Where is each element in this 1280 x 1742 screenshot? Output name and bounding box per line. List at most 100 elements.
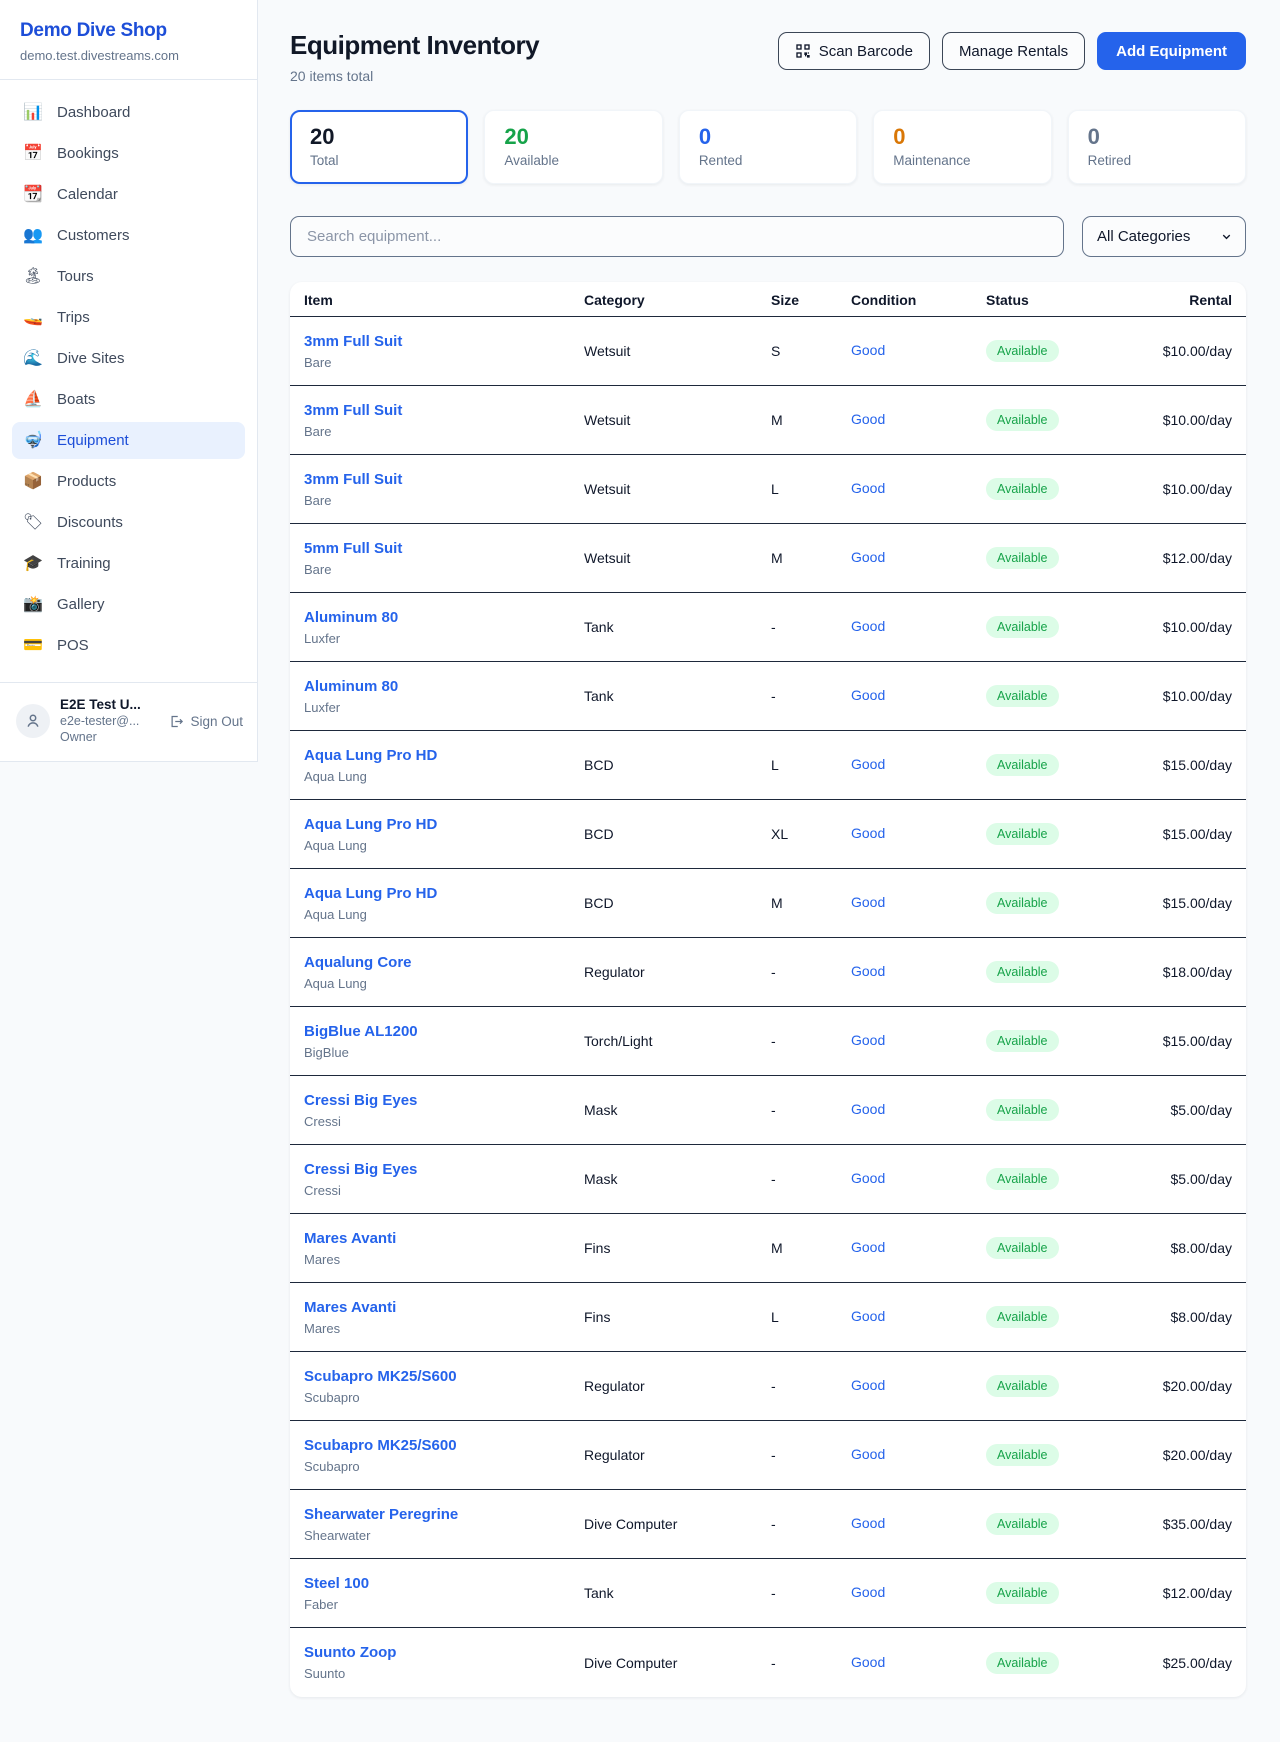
rental-price: $10.00/day xyxy=(1146,688,1232,704)
condition-link[interactable]: Good xyxy=(851,1584,885,1600)
item-name-link[interactable]: 3mm Full Suit xyxy=(304,470,584,490)
item-name-link[interactable]: Aluminum 80 xyxy=(304,608,584,628)
sign-out-button[interactable]: Sign Out xyxy=(169,714,243,729)
condition-link[interactable]: Good xyxy=(851,1032,885,1048)
sidebar-nav-item[interactable]: 🎓 Training xyxy=(12,545,245,582)
item-name-link[interactable]: Mares Avanti xyxy=(304,1298,584,1318)
item-name-link[interactable]: 3mm Full Suit xyxy=(304,401,584,421)
sidebar-nav-item[interactable]: 👥 Customers xyxy=(12,217,245,254)
category-cell: Wetsuit xyxy=(584,481,771,497)
equipment-table: Item Category Size Condition Status Rent… xyxy=(290,282,1246,1697)
condition-link[interactable]: Good xyxy=(851,342,885,358)
item-brand: Luxfer xyxy=(304,631,584,647)
sidebar-nav-item[interactable]: 📸 Gallery xyxy=(12,586,245,623)
category-cell: BCD xyxy=(584,757,771,773)
sidebar-nav-item[interactable]: 📆 Calendar xyxy=(12,176,245,213)
sidebar-nav-item[interactable]: 📊 Dashboard xyxy=(12,94,245,131)
search-input[interactable] xyxy=(290,216,1064,257)
item-name-link[interactable]: 3mm Full Suit xyxy=(304,332,584,352)
stat-card[interactable]: 20 Total xyxy=(290,110,468,184)
condition-link[interactable]: Good xyxy=(851,1446,885,1462)
item-brand: Scubapro xyxy=(304,1459,584,1475)
condition-link[interactable]: Good xyxy=(851,1308,885,1324)
item-name-link[interactable]: Shearwater Peregrine xyxy=(304,1505,584,1525)
nav-item-label: Tours xyxy=(57,268,94,285)
table-row: Steel 100 Faber Tank - Good Available $1… xyxy=(290,1559,1246,1628)
table-row: Scubapro MK25/S600 Scubapro Regulator - … xyxy=(290,1352,1246,1421)
condition-link[interactable]: Good xyxy=(851,756,885,772)
status-badge: Available xyxy=(986,340,1059,362)
condition-link[interactable]: Good xyxy=(851,825,885,841)
scan-barcode-button[interactable]: Scan Barcode xyxy=(778,32,930,70)
item-name-link[interactable]: Aqua Lung Pro HD xyxy=(304,884,584,904)
table-row: Aluminum 80 Luxfer Tank - Good Available… xyxy=(290,662,1246,731)
condition-link[interactable]: Good xyxy=(851,1239,885,1255)
item-name-link[interactable]: Aqua Lung Pro HD xyxy=(304,815,584,835)
table-row: Shearwater Peregrine Shearwater Dive Com… xyxy=(290,1490,1246,1559)
stat-card[interactable]: 0 Maintenance xyxy=(873,110,1051,184)
condition-link[interactable]: Good xyxy=(851,1515,885,1531)
page-header: Equipment Inventory 20 items total Scan … xyxy=(290,30,1246,84)
condition-link[interactable]: Good xyxy=(851,549,885,565)
table-row: Scubapro MK25/S600 Scubapro Regulator - … xyxy=(290,1421,1246,1490)
stat-card[interactable]: 20 Available xyxy=(484,110,662,184)
brand-block[interactable]: Demo Dive Shop demo.test.divestreams.com xyxy=(0,0,257,79)
condition-link[interactable]: Good xyxy=(851,894,885,910)
stat-card[interactable]: 0 Retired xyxy=(1068,110,1246,184)
item-name-link[interactable]: BigBlue AL1200 xyxy=(304,1022,584,1042)
condition-link[interactable]: Good xyxy=(851,411,885,427)
condition-link[interactable]: Good xyxy=(851,480,885,496)
item-cell: Steel 100 Faber xyxy=(304,1574,584,1613)
condition-link[interactable]: Good xyxy=(851,1101,885,1117)
sidebar-nav-item[interactable]: 🤿 Equipment xyxy=(12,422,245,459)
status-cell: Available xyxy=(986,616,1146,638)
item-name-link[interactable]: Cressi Big Eyes xyxy=(304,1091,584,1111)
item-name-link[interactable]: Steel 100 xyxy=(304,1574,584,1594)
category-cell: Regulator xyxy=(584,1447,771,1463)
status-cell: Available xyxy=(986,409,1146,431)
condition-link[interactable]: Good xyxy=(851,963,885,979)
sidebar-nav-item[interactable]: ⛵ Boats xyxy=(12,381,245,418)
sidebar-nav-item[interactable]: 📅 Bookings xyxy=(12,135,245,172)
item-name-link[interactable]: Cressi Big Eyes xyxy=(304,1160,584,1180)
status-cell: Available xyxy=(986,547,1146,569)
table-row: Mares Avanti Mares Fins M Good Available… xyxy=(290,1214,1246,1283)
manage-rentals-button[interactable]: Manage Rentals xyxy=(942,32,1085,70)
status-badge: Available xyxy=(986,892,1059,914)
rental-price: $15.00/day xyxy=(1146,757,1232,773)
nav-item-label: Customers xyxy=(57,227,130,244)
condition-link[interactable]: Good xyxy=(851,1170,885,1186)
item-name-link[interactable]: Suunto Zoop xyxy=(304,1643,584,1663)
item-name-link[interactable]: Aluminum 80 xyxy=(304,677,584,697)
item-name-link[interactable]: Mares Avanti xyxy=(304,1229,584,1249)
stat-label: Retired xyxy=(1088,153,1226,168)
sidebar-nav-item[interactable]: 🏝 Tours xyxy=(12,258,245,295)
sidebar-nav-item[interactable]: 📦 Products xyxy=(12,463,245,500)
size-cell: - xyxy=(771,964,851,980)
add-equipment-button[interactable]: Add Equipment xyxy=(1097,32,1246,70)
status-cell: Available xyxy=(986,685,1146,707)
condition-link[interactable]: Good xyxy=(851,1377,885,1393)
sidebar-nav-item[interactable]: 🚤 Trips xyxy=(12,299,245,336)
item-name-link[interactable]: Aqua Lung Pro HD xyxy=(304,746,584,766)
condition-link[interactable]: Good xyxy=(851,687,885,703)
item-name-link[interactable]: Scubapro MK25/S600 xyxy=(304,1436,584,1456)
sidebar-nav-item[interactable]: 🏷 Discounts xyxy=(12,504,245,541)
sidebar-nav-item[interactable]: 💳 POS xyxy=(12,627,245,664)
condition-link[interactable]: Good xyxy=(851,618,885,634)
size-cell: M xyxy=(771,550,851,566)
item-name-link[interactable]: Aqualung Core xyxy=(304,953,584,973)
page-title-block: Equipment Inventory 20 items total xyxy=(290,30,539,84)
header-actions: Scan Barcode Manage Rentals Add Equipmen… xyxy=(778,32,1246,70)
shop-name[interactable]: Demo Dive Shop xyxy=(20,20,237,42)
status-cell: Available xyxy=(986,340,1146,362)
dashboard-icon: 📊 xyxy=(22,105,44,121)
category-select[interactable]: All Categories xyxy=(1082,216,1246,257)
item-name-link[interactable]: 5mm Full Suit xyxy=(304,539,584,559)
user-name: E2E Test U... xyxy=(60,697,141,714)
sidebar-nav-item[interactable]: 🌊 Dive Sites xyxy=(12,340,245,377)
stat-card[interactable]: 0 Rented xyxy=(679,110,857,184)
condition-link[interactable]: Good xyxy=(851,1654,885,1670)
size-cell: - xyxy=(771,1171,851,1187)
item-name-link[interactable]: Scubapro MK25/S600 xyxy=(304,1367,584,1387)
